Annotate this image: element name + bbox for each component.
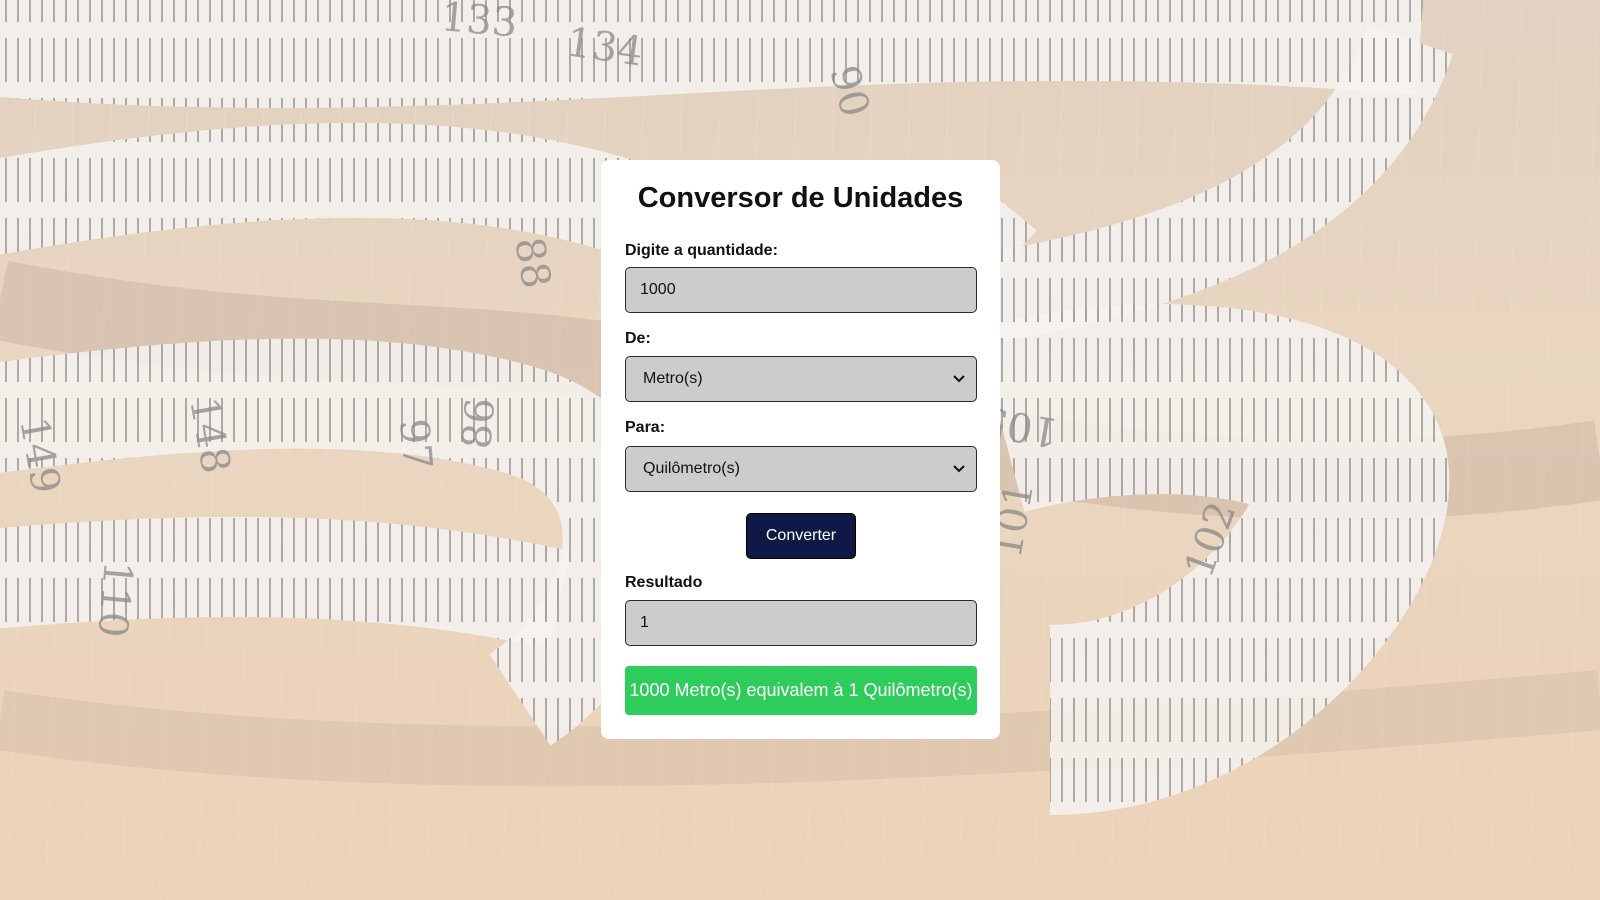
to-label: Para:: [625, 419, 666, 436]
to-unit-selected-value: Quilômetro(s): [643, 460, 740, 477]
from-unit-selected-value: Metro(s): [643, 370, 703, 387]
result-label: Resultado: [625, 574, 703, 591]
convert-button[interactable]: Converter: [746, 513, 856, 559]
result-output[interactable]: [625, 600, 977, 646]
converter-card: Conversor de Unidades Digite a quantidad…: [601, 160, 1000, 739]
quantity-label: Digite a quantidade:: [625, 242, 778, 259]
quantity-input[interactable]: [625, 267, 977, 313]
from-label: De:: [625, 330, 651, 347]
chevron-down-icon: [952, 372, 966, 386]
chevron-down-icon: [952, 462, 966, 476]
page-title: Conversor de Unidades: [637, 182, 964, 214]
to-unit-select[interactable]: Quilômetro(s): [625, 446, 977, 492]
from-unit-select[interactable]: Metro(s): [625, 356, 977, 402]
result-message: 1000 Metro(s) equivalem à 1 Quilômetro(s…: [625, 666, 977, 715]
